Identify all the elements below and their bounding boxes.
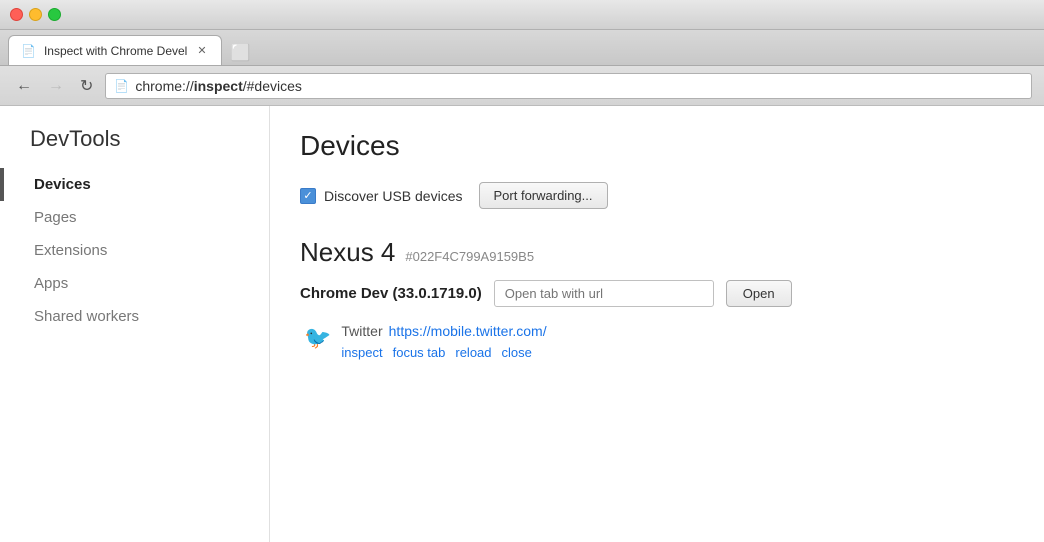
tab-entry-twitter: 🐦 Twitterhttps://mobile.twitter.com/ ins…	[300, 323, 1014, 360]
sidebar-title: DevTools	[0, 126, 269, 168]
sidebar: DevTools Devices Pages Extensions Apps S…	[0, 106, 270, 542]
inspect-link[interactable]: inspect	[341, 345, 382, 360]
minimize-button[interactable]	[29, 8, 42, 21]
page-title: Devices	[300, 130, 1014, 162]
sidebar-item-extensions[interactable]: Extensions	[0, 234, 269, 267]
tab-close-button[interactable]: ✕	[195, 42, 208, 59]
back-button[interactable]: ←	[12, 73, 36, 99]
content-area: Devices ✓ Discover USB devices Port forw…	[270, 106, 1044, 542]
tab-actions: inspect focus tab reload close	[341, 345, 546, 360]
sidebar-item-apps[interactable]: Apps	[0, 267, 269, 300]
new-tab-icon: ⬜	[231, 43, 251, 63]
chrome-browser-row: Chrome Dev (33.0.1719.0) Open	[300, 280, 1014, 307]
reload-button[interactable]: ↻	[76, 72, 97, 100]
title-bar	[0, 0, 1044, 30]
device-id: #022F4C799A9159B5	[405, 249, 534, 264]
open-tab-url-input[interactable]	[494, 280, 714, 307]
reload-link[interactable]: reload	[455, 345, 491, 360]
maximize-button[interactable]	[48, 8, 61, 21]
sidebar-item-pages[interactable]: Pages	[0, 201, 269, 234]
checkmark-icon: ✓	[303, 189, 312, 202]
url-bar[interactable]: 📄 chrome://inspect/#devices	[105, 73, 1032, 99]
page-icon: 📄	[114, 79, 129, 93]
open-tab-button[interactable]: Open	[726, 280, 792, 307]
active-tab[interactable]: 📄 Inspect with Chrome Devel ✕	[8, 35, 222, 65]
close-button[interactable]	[10, 8, 23, 21]
discover-usb-checkbox[interactable]: ✓	[300, 188, 316, 204]
device-header: Nexus 4 #022F4C799A9159B5	[300, 237, 1014, 268]
tab-title: Inspect with Chrome Devel	[44, 44, 187, 58]
tab-info: Twitterhttps://mobile.twitter.com/ inspe…	[341, 323, 546, 360]
focus-tab-link[interactable]: focus tab	[393, 345, 446, 360]
new-tab-button[interactable]: ⬜	[226, 41, 256, 65]
traffic-lights	[10, 8, 61, 21]
close-tab-link[interactable]: close	[502, 345, 532, 360]
twitter-icon: 🐦	[304, 325, 331, 351]
sidebar-item-devices[interactable]: Devices	[0, 168, 269, 201]
tab-title-row: Twitterhttps://mobile.twitter.com/	[341, 323, 546, 341]
sidebar-item-shared-workers[interactable]: Shared workers	[0, 300, 269, 333]
forward-button[interactable]: →	[44, 73, 68, 99]
tab-favicon: 📄	[21, 44, 36, 58]
discover-usb-text: Discover USB devices	[324, 188, 463, 204]
tab-bar: 📄 Inspect with Chrome Devel ✕ ⬜	[0, 30, 1044, 66]
port-forwarding-button[interactable]: Port forwarding...	[479, 182, 608, 209]
url-display: chrome://inspect/#devices	[135, 78, 302, 94]
discover-usb-row: ✓ Discover USB devices Port forwarding..…	[300, 182, 1014, 209]
browser-label: Chrome Dev (33.0.1719.0)	[300, 285, 482, 302]
discover-usb-label[interactable]: ✓ Discover USB devices	[300, 188, 463, 204]
address-bar: ← → ↻ 📄 chrome://inspect/#devices	[0, 66, 1044, 106]
device-name: Nexus 4	[300, 237, 395, 268]
main-layout: DevTools Devices Pages Extensions Apps S…	[0, 106, 1044, 542]
